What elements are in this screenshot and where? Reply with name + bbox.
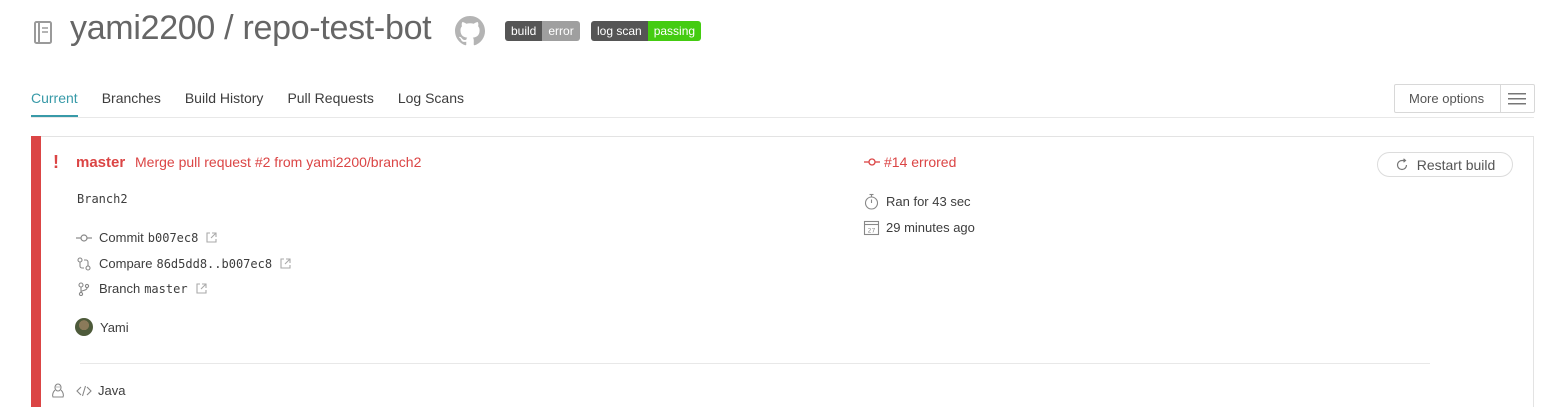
badge-value: passing bbox=[647, 21, 702, 41]
compare-row[interactable]: Compare 86d5dd8..b007ec8 bbox=[76, 256, 291, 271]
restart-icon bbox=[1396, 157, 1407, 170]
finished-text: 29 minutes ago bbox=[886, 220, 975, 235]
hamburger-menu-icon[interactable] bbox=[1501, 85, 1534, 112]
compare-icon bbox=[76, 256, 92, 271]
repo-book-icon bbox=[34, 21, 52, 44]
svg-text:27: 27 bbox=[868, 228, 876, 235]
duration-text: Ran for 43 sec bbox=[886, 194, 971, 209]
current-build-card bbox=[31, 136, 1534, 407]
external-link-icon[interactable] bbox=[196, 283, 207, 294]
commit-message-link[interactable]: Merge pull request #2 from yami2200/bran… bbox=[135, 154, 421, 170]
build-state-stripe bbox=[31, 136, 41, 407]
commit-body: Branch2 bbox=[77, 192, 128, 206]
build-language: Java bbox=[76, 383, 125, 398]
build-duration: Ran for 43 sec bbox=[863, 193, 971, 210]
external-link-icon[interactable] bbox=[206, 232, 217, 243]
tab-pull-requests[interactable]: Pull Requests bbox=[287, 90, 373, 117]
compare-label: Compare bbox=[99, 256, 153, 271]
build-finished: 27 29 minutes ago bbox=[863, 219, 975, 236]
build-commit-icon bbox=[864, 158, 880, 166]
compare-range: 86d5dd8..b007ec8 bbox=[156, 256, 273, 271]
github-icon[interactable] bbox=[455, 16, 485, 46]
log-scan-badge[interactable]: log scan passing bbox=[591, 21, 702, 41]
commit-label: Commit bbox=[99, 230, 144, 245]
badge-value: error bbox=[542, 21, 580, 41]
commit-icon bbox=[76, 231, 92, 245]
calendar-icon: 27 bbox=[863, 220, 880, 236]
branch-ref: master bbox=[144, 281, 188, 296]
more-options-label: More options bbox=[1409, 91, 1485, 106]
tab-branches[interactable]: Branches bbox=[102, 90, 161, 117]
code-icon bbox=[76, 385, 92, 396]
language-name: Java bbox=[98, 383, 126, 398]
tab-build-history[interactable]: Build History bbox=[185, 90, 264, 117]
branch-row[interactable]: Branch master bbox=[76, 281, 207, 296]
card-divider bbox=[80, 363, 1430, 364]
restart-build-label: Restart build bbox=[1416, 156, 1496, 173]
linux-tux-icon bbox=[52, 383, 64, 398]
badge-label: build bbox=[505, 21, 543, 41]
repo-title: yami2200 / repo-test-bot bbox=[70, 9, 432, 47]
external-link-icon[interactable] bbox=[280, 258, 291, 269]
commit-row[interactable]: Commit b007ec8 bbox=[76, 230, 217, 245]
restart-build-button[interactable]: Restart build bbox=[1377, 152, 1513, 177]
branch-icon bbox=[76, 281, 92, 296]
branch-label: Branch bbox=[99, 281, 141, 296]
author-name: Yami bbox=[100, 319, 129, 335]
stopwatch-icon bbox=[864, 193, 879, 210]
commit-sha: b007ec8 bbox=[147, 230, 199, 245]
repo-tabs: Current Branches Build History Pull Requ… bbox=[31, 90, 488, 117]
commit-author: Yami bbox=[75, 318, 129, 336]
badge-label: log scan bbox=[591, 21, 648, 41]
tabs-divider bbox=[31, 117, 1534, 118]
build-number-status-link[interactable]: #14 errored bbox=[864, 154, 956, 170]
build-status-badge[interactable]: build error bbox=[505, 21, 580, 41]
tab-log-scans[interactable]: Log Scans bbox=[398, 90, 464, 117]
avatar bbox=[75, 318, 93, 336]
build-branch-link[interactable]: master bbox=[76, 154, 125, 171]
more-options-button[interactable]: More options bbox=[1394, 84, 1535, 113]
tab-current[interactable]: Current bbox=[31, 90, 78, 117]
build-number-status: #14 errored bbox=[884, 154, 957, 170]
error-icon: ! bbox=[53, 152, 59, 172]
